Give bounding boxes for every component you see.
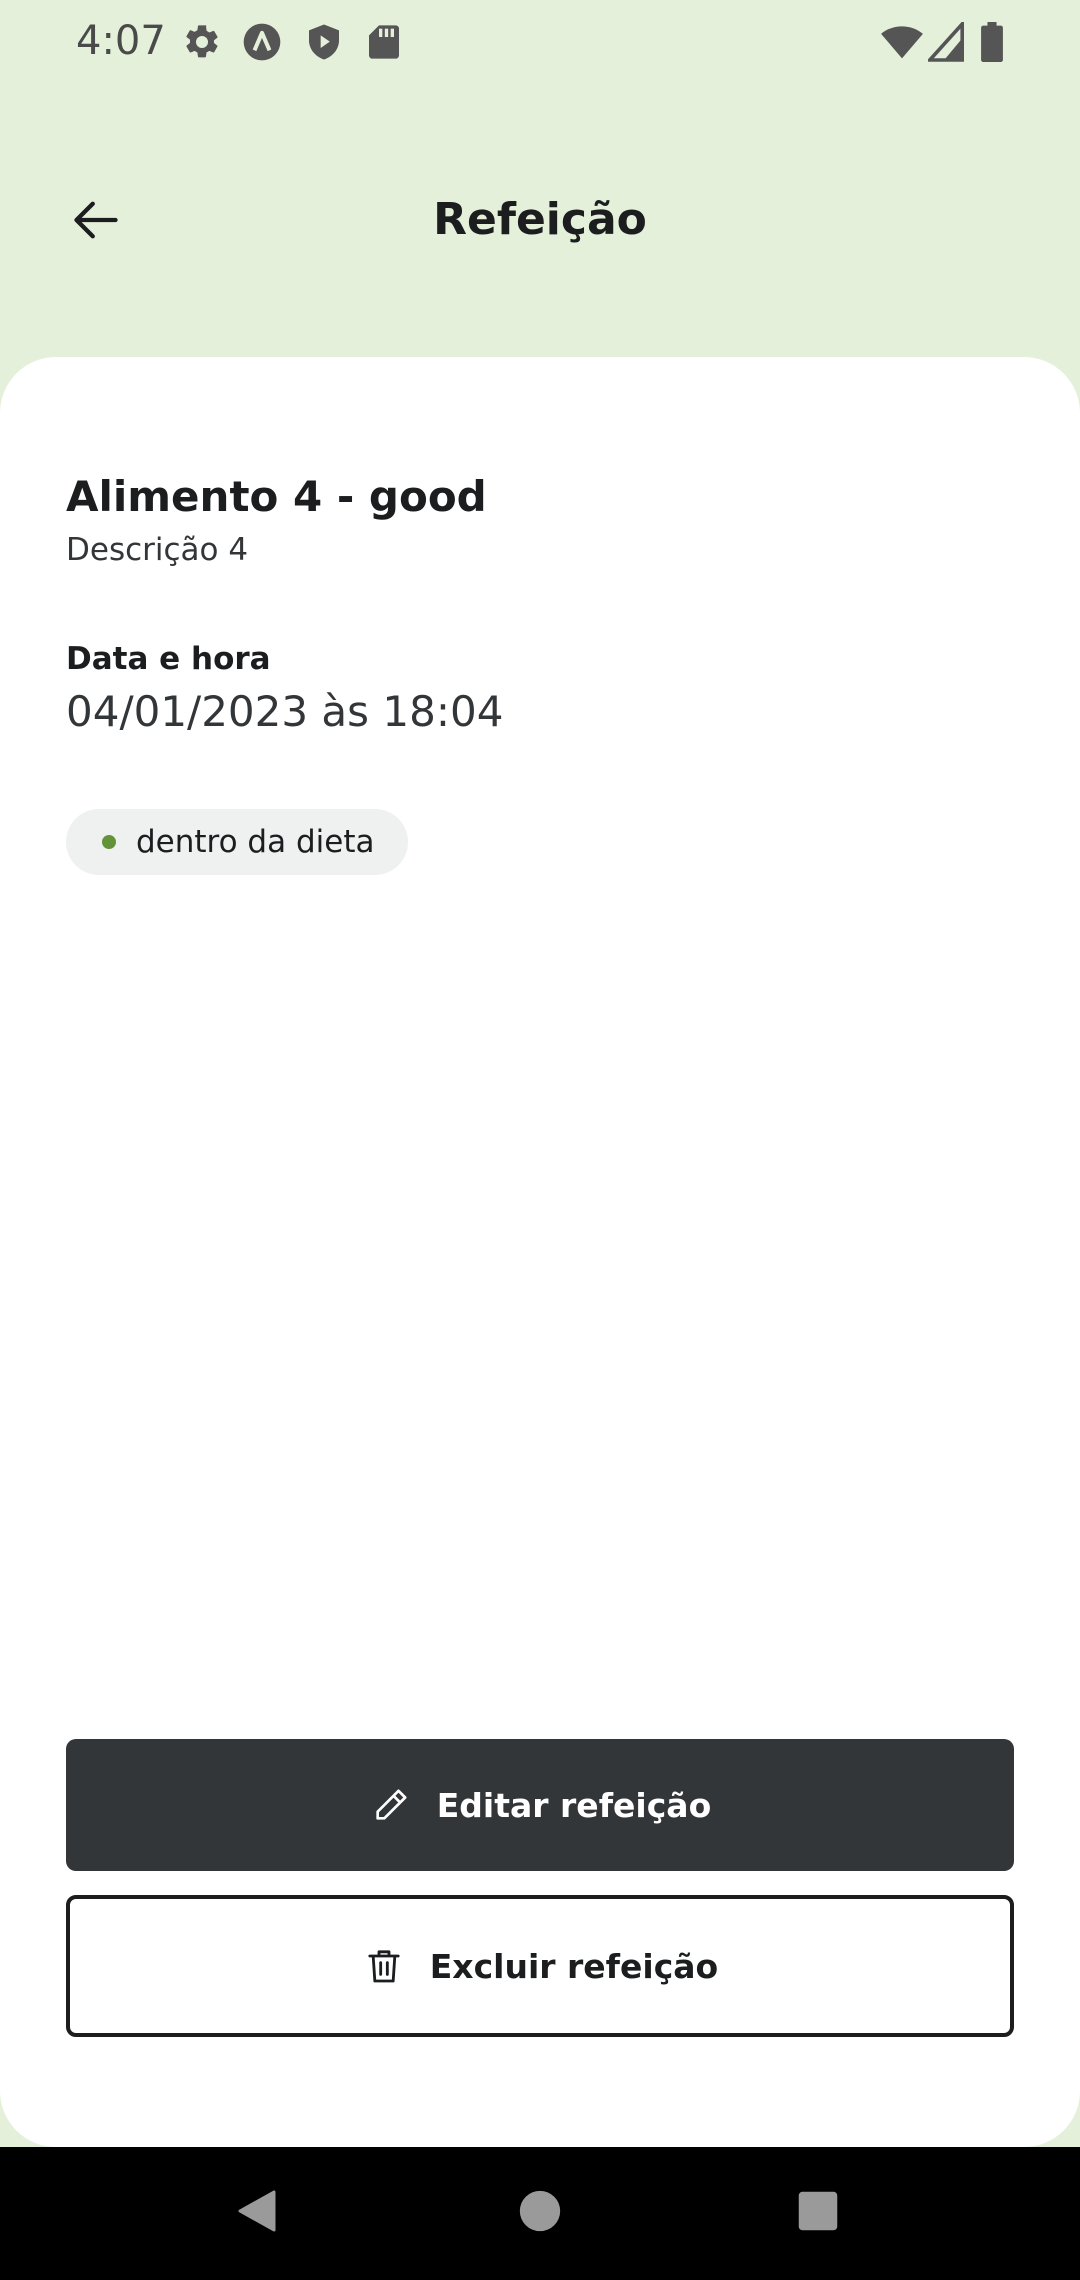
- pencil-icon: [369, 1783, 413, 1827]
- system-nav-bar: [0, 2147, 1080, 2280]
- battery-icon: [980, 22, 1004, 67]
- gear-icon: [182, 22, 222, 62]
- meal-name: Alimento 4 - good: [66, 472, 487, 521]
- back-triangle-icon: [234, 2187, 282, 2240]
- nav-home-button[interactable]: [504, 2177, 576, 2249]
- header: Refeição: [0, 150, 1080, 290]
- delete-meal-label: Excluir refeição: [429, 1946, 719, 1986]
- a-circle-icon: [242, 22, 282, 62]
- status-dot-icon: [102, 835, 116, 849]
- edit-meal-button[interactable]: Editar refeição: [66, 1739, 1014, 1871]
- nav-recents-button[interactable]: [782, 2177, 854, 2249]
- page-title: Refeição: [433, 194, 647, 245]
- nav-back-button[interactable]: [222, 2177, 294, 2249]
- datetime-value: 04/01/2023 às 18:04: [66, 687, 504, 736]
- meal-detail-card: Alimento 4 - good Descrição 4 Data e hor…: [0, 357, 1080, 2147]
- delete-meal-button[interactable]: Excluir refeição: [66, 1895, 1014, 2037]
- cell-signal-icon: [925, 19, 964, 67]
- diet-status-label: dentro da dieta: [136, 824, 375, 860]
- meal-description: Descrição 4: [66, 532, 249, 568]
- recents-square-icon: [796, 2189, 840, 2238]
- trash-icon: [362, 1944, 406, 1988]
- sd-card-icon: [364, 22, 404, 62]
- shield-play-icon: [304, 22, 344, 62]
- diet-status-badge: dentro da dieta: [66, 809, 409, 875]
- edit-meal-label: Editar refeição: [436, 1785, 712, 1825]
- home-circle-icon: [518, 2189, 562, 2238]
- status-bar: 4:07: [0, 0, 1080, 90]
- status-time: 4:07: [76, 18, 166, 64]
- datetime-label: Data e hora: [66, 641, 271, 677]
- meal-detail-screen: 4:07 Refeição Alimento 4 - good Descriçã…: [0, 0, 1080, 2280]
- wifi-icon: [880, 22, 924, 67]
